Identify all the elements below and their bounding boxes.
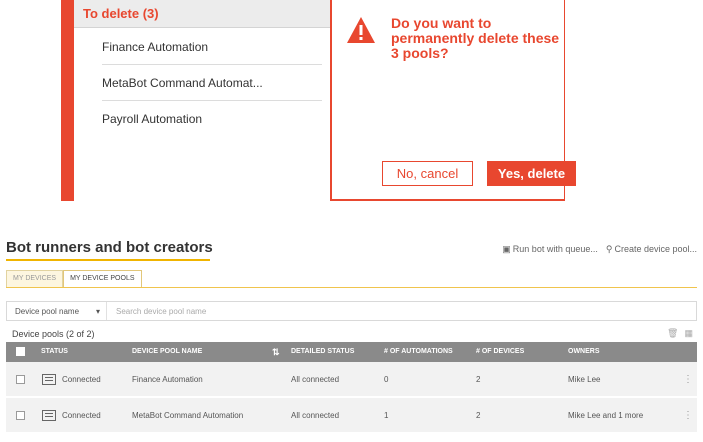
title-underline [6, 259, 210, 261]
col-automations[interactable]: # OF AUTOMATIONS [384, 342, 453, 362]
delete-list-item: MetaBot Command Automat... [102, 65, 322, 101]
confirm-message: Do you want to permanently delete these … [391, 15, 560, 61]
col-pool-name[interactable]: DEVICE POOL NAME [132, 342, 202, 362]
table-header: STATUS DEVICE POOL NAME ⇅ DETAILED STATU… [6, 342, 697, 362]
table-tools: 🗑 ▦ [667, 328, 693, 339]
more-options-icon[interactable]: ⋮ [683, 362, 693, 398]
row-detailed-status: All connected [291, 375, 340, 384]
device-pool-table: STATUS DEVICE POOL NAME ⇅ DETAILED STATU… [6, 342, 697, 434]
search-input[interactable]: Search device pool name [107, 307, 206, 316]
sort-icon[interactable]: ⇅ [272, 342, 280, 362]
col-status[interactable]: STATUS [41, 342, 68, 362]
run-bot-label: Run bot with queue... [512, 244, 598, 254]
row-status: Connected [62, 411, 101, 420]
row-pool-name[interactable]: Finance Automation [132, 362, 203, 398]
run-bot-icon: ▣ [502, 244, 511, 254]
warning-icon [347, 17, 375, 43]
row-devices: 2 [476, 411, 481, 420]
confirm-panel: Do you want to permanently delete these … [332, 0, 576, 199]
select-all-checkbox[interactable] [16, 347, 25, 356]
confirm-delete-button[interactable]: Yes, delete [487, 161, 576, 186]
row-detailed-status: All connected [291, 411, 340, 420]
trash-icon[interactable]: 🗑 [667, 328, 678, 339]
tab-underline [6, 287, 697, 288]
device-pool-icon [42, 410, 56, 421]
row-checkbox[interactable] [16, 411, 25, 420]
search-icon: ⚲ [605, 244, 613, 254]
row-devices: 2 [476, 375, 481, 384]
table-row[interactable]: Connected MetaBot Command Automation All… [6, 398, 697, 434]
chevron-down-icon: ▾ [95, 306, 100, 316]
delete-list-panel: To delete (3) Finance Automation MetaBot… [74, 0, 330, 201]
filter-field-select[interactable]: Device pool name ▾ [7, 302, 107, 320]
row-owners: Mike Lee and 1 more [568, 411, 644, 420]
row-checkbox[interactable] [16, 375, 25, 384]
col-detailed-status[interactable]: DETAILED STATUS [291, 342, 354, 362]
filter-select-value: Device pool name [15, 306, 80, 316]
cancel-button[interactable]: No, cancel [382, 161, 473, 186]
more-options-icon[interactable]: ⋮ [683, 398, 693, 434]
table-row[interactable]: Connected Finance Automation All connect… [6, 362, 697, 398]
grid-view-icon[interactable]: ▦ [684, 328, 693, 339]
create-pool-label: Create device pool... [614, 244, 697, 254]
tab-bar: MY DEVICES MY DEVICE POOLS [6, 270, 142, 288]
page-title: Bot runners and bot creators [6, 239, 213, 256]
page-actions: ▣ Run bot with queue... ⚲ Create device po… [502, 244, 697, 255]
tab-my-devices[interactable]: MY DEVICES [6, 270, 64, 288]
pool-count: Device pools (2 of 2) [12, 329, 95, 339]
device-pool-icon [42, 374, 56, 385]
row-automations: 1 [384, 411, 389, 420]
create-pool-action[interactable]: ⚲ Create device pool... [606, 244, 697, 255]
delete-list-header: To delete (3) [74, 0, 330, 28]
delete-list-item: Payroll Automation [102, 112, 203, 126]
run-bot-action[interactable]: ▣ Run bot with queue... [502, 244, 598, 255]
delete-dialog: To delete (3) Finance Automation MetaBot… [61, 0, 576, 201]
col-devices[interactable]: # OF DEVICES [476, 342, 524, 362]
row-pool-name[interactable]: MetaBot Command Automation [132, 398, 243, 434]
row-owners: Mike Lee [568, 375, 601, 384]
tab-my-device-pools[interactable]: MY DEVICE POOLS [63, 270, 142, 288]
col-owners[interactable]: OWNERS [568, 342, 600, 362]
delete-list-item: Finance Automation [102, 29, 322, 65]
row-status: Connected [62, 375, 101, 384]
filter-bar: Device pool name ▾ Search device pool na… [6, 301, 697, 321]
row-automations: 0 [384, 375, 389, 384]
